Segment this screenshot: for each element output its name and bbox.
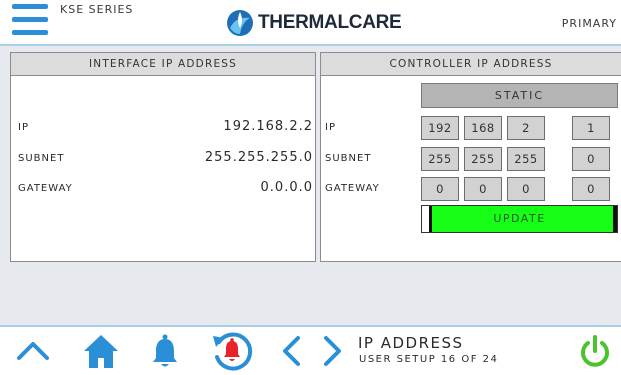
interface-gateway-label: GATEWAY (18, 183, 73, 194)
interface-subnet-value: 255.255.255.0 (204, 150, 313, 165)
interface-ip-label: IP (18, 122, 29, 133)
controller-subnet-label: SUBNET (325, 153, 372, 164)
mode-label: PRIMARY (561, 17, 617, 30)
controller-ip-panel: CONTROLLER IP ADDRESS STATIC IP 192 168 … (320, 52, 621, 262)
up-arrow-icon[interactable] (16, 339, 50, 361)
footer-bar: IP ADDRESS USER SETUP 16 OF 24 (0, 325, 621, 375)
gateway-octet-1[interactable]: 0 (421, 177, 459, 201)
ip-octet-2[interactable]: 168 (464, 116, 502, 140)
series-label: KSE SERIES (60, 3, 134, 16)
header-bar: KSE SERIES THERMALCARE PRIMARY (0, 0, 621, 46)
interface-panel-title: INTERFACE IP ADDRESS (11, 53, 315, 76)
power-icon[interactable] (578, 334, 612, 370)
subnet-octet-1[interactable]: 255 (421, 147, 459, 171)
bell-icon[interactable] (150, 333, 180, 369)
screen-subtitle: USER SETUP 16 OF 24 (359, 354, 499, 365)
logo: THERMALCARE (226, 8, 402, 38)
menu-icon[interactable] (12, 4, 48, 38)
subnet-octet-4[interactable]: 0 (572, 147, 610, 171)
home-icon[interactable] (82, 332, 120, 370)
thermalcare-logo-icon (227, 10, 253, 36)
gateway-octet-3[interactable]: 0 (507, 177, 545, 201)
gateway-octet-4[interactable]: 0 (572, 177, 610, 201)
alarm-history-icon[interactable] (210, 330, 254, 372)
ip-octet-4[interactable]: 1 (572, 116, 610, 140)
static-mode-button[interactable]: STATIC (421, 83, 618, 108)
gateway-octet-2[interactable]: 0 (464, 177, 502, 201)
ip-octet-1[interactable]: 192 (421, 116, 459, 140)
interface-ip-value: 192.168.2.2 (223, 119, 313, 134)
subnet-octet-3[interactable]: 255 (507, 147, 545, 171)
chevron-right-icon[interactable] (322, 335, 344, 367)
logo-text: THERMALCARE (258, 12, 402, 33)
controller-panel-title: CONTROLLER IP ADDRESS (321, 53, 621, 76)
interface-ip-panel: INTERFACE IP ADDRESS IP 192.168.2.2 SUBN… (10, 52, 316, 262)
subnet-octet-2[interactable]: 255 (464, 147, 502, 171)
controller-ip-label: IP (325, 122, 336, 133)
interface-subnet-label: SUBNET (18, 153, 65, 164)
chevron-left-icon[interactable] (280, 335, 302, 367)
update-button[interactable]: UPDATE (421, 205, 618, 233)
controller-gateway-label: GATEWAY (325, 183, 380, 194)
interface-gateway-value: 0.0.0.0 (260, 180, 313, 195)
ip-octet-3[interactable]: 2 (507, 116, 545, 140)
screen-title: IP ADDRESS (358, 334, 464, 352)
